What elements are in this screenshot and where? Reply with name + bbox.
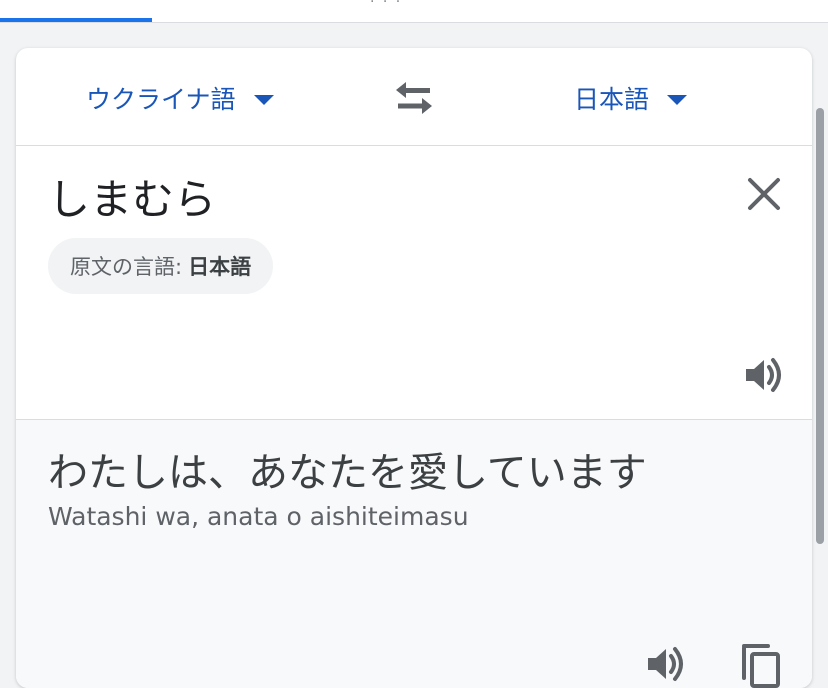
- source-text[interactable]: しまむら: [48, 166, 216, 227]
- listen-translation-button[interactable]: [642, 640, 690, 688]
- dropdown-caret-icon: [667, 95, 688, 105]
- source-language-selector[interactable]: ウクライナ語: [86, 78, 274, 118]
- copy-translation-button[interactable]: [736, 638, 788, 688]
- source-language-label: ウクライナ語: [86, 85, 236, 114]
- speaker-icon: [648, 647, 683, 681]
- clear-input-button[interactable]: [740, 170, 788, 218]
- dropdown-caret-icon: [253, 95, 274, 105]
- listen-source-button[interactable]: [740, 351, 788, 399]
- active-tab-indicator: [0, 18, 152, 22]
- swap-languages-button[interactable]: [392, 78, 436, 118]
- swap-arrows-icon: [396, 82, 432, 114]
- speaker-icon: [746, 358, 781, 392]
- detected-language-prefix: 原文の言語:: [70, 255, 183, 279]
- translated-text: わたしは、あなたを愛しています: [48, 450, 647, 496]
- copy-icon: [742, 644, 780, 688]
- top-tab-bar: · · ·: [0, 0, 828, 23]
- detected-language-chip[interactable]: 原文の言語: 日本語: [48, 238, 274, 294]
- target-language-selector[interactable]: 日本語: [574, 78, 688, 118]
- target-language-label: 日本語: [574, 85, 650, 114]
- close-icon: [748, 178, 780, 210]
- language-bar: ウクライナ語 日本語: [16, 48, 812, 146]
- translate-card: ウクライナ語 日本語 しまむら 原文の言語: 日本語 わたしは、あなたを愛してい…: [16, 48, 812, 688]
- translation-output-pane: わたしは、あなたを愛しています Watashi wa, anata o aish…: [16, 420, 812, 688]
- tab-label-partial: · · ·: [370, 0, 403, 10]
- transliteration-text: Watashi wa, anata o aishiteimasu: [48, 502, 469, 531]
- page-scrollbar[interactable]: [816, 108, 824, 544]
- source-input-pane[interactable]: しまむら 原文の言語: 日本語: [16, 146, 812, 420]
- detected-language-name: 日本語: [188, 255, 252, 279]
